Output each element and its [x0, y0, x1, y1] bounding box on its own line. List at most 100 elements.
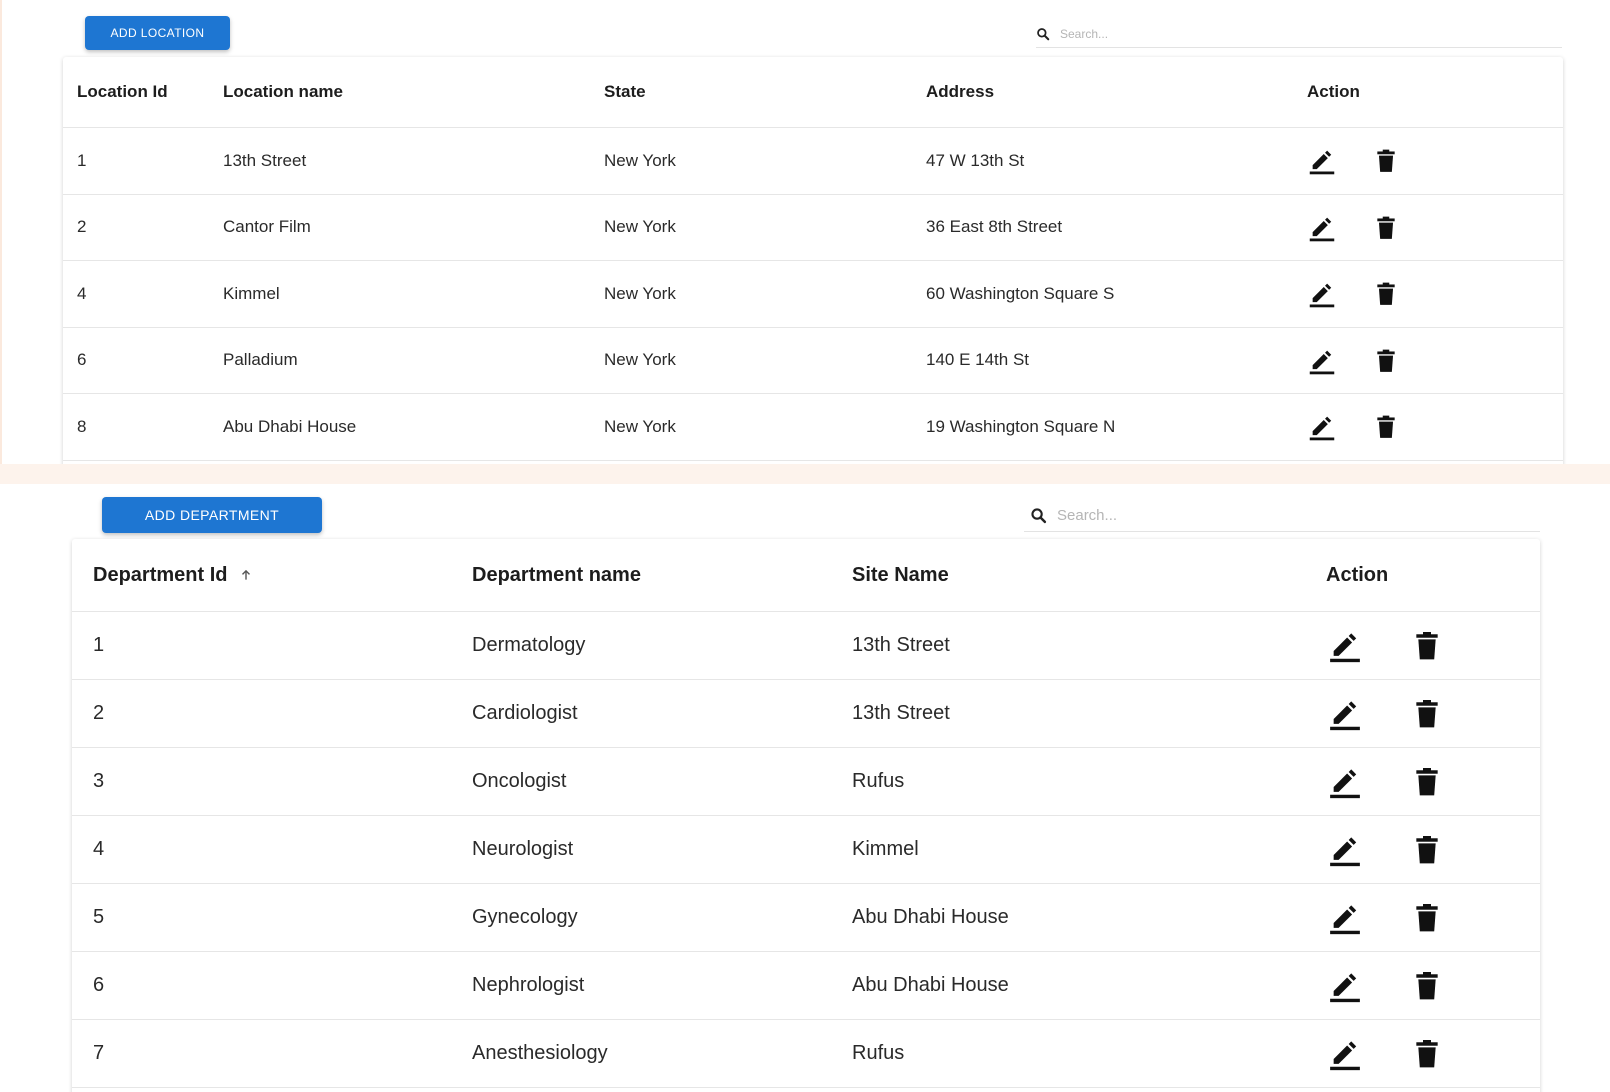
delete-icon[interactable]	[1372, 347, 1400, 375]
column-header-address[interactable]: Address	[926, 57, 994, 127]
department-id-cell: 3	[93, 770, 105, 792]
table-row: 6 Nephrologist Abu Dhabi House	[72, 952, 1540, 1020]
table-row: 1 Dermatology 13th Street	[72, 612, 1540, 680]
state-cell: New York	[604, 217, 676, 237]
column-header-department-name[interactable]: Department name	[472, 539, 641, 611]
table-row: 5 Gynecology Abu Dhabi House	[72, 884, 1540, 952]
department-name-cell: Neurologist	[472, 838, 574, 860]
address-cell: 19 Washington Square N	[926, 416, 1116, 436]
delete-icon[interactable]	[1410, 969, 1444, 1003]
edit-icon[interactable]	[1328, 833, 1362, 867]
delete-icon[interactable]	[1372, 214, 1400, 242]
locations-header-row: Location Id Location name State Address …	[63, 57, 1563, 128]
departments-header-row: Department Id Department name Site Name …	[72, 539, 1540, 612]
department-search-input[interactable]	[1057, 506, 1540, 524]
delete-icon[interactable]	[1410, 833, 1444, 867]
table-row: 8 Abu Dhabi House New York 19 Washington Sq…	[63, 394, 1563, 461]
location-name-cell: Cantor Film	[223, 217, 311, 237]
table-row: 2 Cantor Film New York 36 East 8th Street	[63, 195, 1563, 261]
department-id-cell: 5	[93, 906, 105, 928]
column-header-department-id-label: Department Id	[93, 563, 228, 586]
site-name-cell: 13th Street	[852, 702, 950, 724]
department-search	[1024, 499, 1540, 532]
column-header-state[interactable]: State	[604, 57, 646, 127]
edit-icon[interactable]	[1328, 969, 1362, 1003]
column-header-location-name[interactable]: Location name	[223, 57, 343, 127]
location-search-input[interactable]	[1060, 26, 1562, 41]
address-cell: 60 Washington Square S	[926, 283, 1115, 303]
edit-icon[interactable]	[1328, 697, 1362, 731]
address-cell: 36 East 8th Street	[926, 217, 1063, 237]
locations-panel: ADD LOCATION Location Id Location name S…	[0, 0, 1610, 477]
site-name-cell: Abu Dhabi House	[852, 906, 1009, 928]
site-name-cell: 13th Street	[852, 634, 950, 656]
column-header-location-id[interactable]: Location Id	[77, 57, 168, 127]
delete-icon[interactable]	[1410, 1037, 1444, 1071]
department-id-cell: 2	[93, 702, 105, 724]
column-header-action: Action	[1326, 563, 1389, 586]
edit-icon[interactable]	[1308, 413, 1336, 441]
department-id-cell: 7	[93, 1042, 105, 1064]
edit-icon[interactable]	[1328, 765, 1362, 799]
table-row: 3 Oncologist Rufus	[72, 748, 1540, 816]
departments-table: Department Id Department name Site Name …	[72, 539, 1540, 1092]
table-row: 4 Neurologist Kimmel	[72, 816, 1540, 884]
delete-icon[interactable]	[1372, 147, 1400, 175]
add-location-button[interactable]: ADD LOCATION	[85, 16, 230, 50]
site-name-cell: Abu Dhabi House	[852, 974, 1009, 996]
department-name-cell: Dermatology	[472, 634, 586, 656]
location-id-cell: 4	[77, 283, 87, 303]
location-name-cell: 13th Street	[223, 150, 307, 170]
department-id-cell: 1	[93, 634, 105, 656]
department-name-cell: Oncologist	[472, 770, 567, 792]
edit-icon[interactable]	[1308, 214, 1336, 242]
department-name-cell: Gynecology	[472, 906, 578, 928]
site-name-cell: Rufus	[852, 770, 905, 792]
location-name-cell: Kimmel	[223, 283, 280, 303]
site-name-cell: Kimmel	[852, 838, 919, 860]
state-cell: New York	[604, 150, 676, 170]
add-department-button[interactable]: ADD DEPARTMENT	[102, 497, 322, 533]
column-header-department-id[interactable]: Department Id	[93, 539, 253, 611]
site-name-cell: Rufus	[852, 1042, 905, 1064]
column-header-site-name[interactable]: Site Name	[852, 539, 949, 611]
arrow-up-icon[interactable]	[239, 568, 253, 582]
location-search	[1036, 20, 1562, 48]
department-id-cell: 4	[93, 838, 105, 860]
delete-icon[interactable]	[1372, 413, 1400, 441]
page-divider	[0, 464, 1610, 484]
delete-icon[interactable]	[1410, 697, 1444, 731]
search-icon	[1031, 507, 1047, 523]
edit-icon[interactable]	[1328, 901, 1362, 935]
table-row: 1 13th Street New York 47 W 13th St	[63, 128, 1563, 195]
table-row: 6 Palladium New York 140 E 14th St	[63, 328, 1563, 394]
table-row: 4 Kimmel New York 60 Washington Square S	[63, 261, 1563, 328]
department-name-cell: Cardiologist	[472, 702, 578, 724]
delete-icon[interactable]	[1410, 765, 1444, 799]
location-id-cell: 6	[77, 350, 87, 370]
location-name-cell: Palladium	[223, 350, 298, 370]
department-name-cell: Anesthesiology	[472, 1042, 608, 1064]
edit-icon[interactable]	[1308, 147, 1336, 175]
department-id-cell: 6	[93, 974, 105, 996]
delete-icon[interactable]	[1410, 901, 1444, 935]
edit-icon[interactable]	[1328, 1037, 1362, 1071]
table-row: 7 Anesthesiology Rufus	[72, 1020, 1540, 1088]
location-id-cell: 2	[77, 217, 87, 237]
department-name-cell: Nephrologist	[472, 974, 585, 996]
locations-table: Location Id Location name State Address …	[63, 57, 1563, 477]
departments-panel: ADD DEPARTMENT Department Id Department …	[0, 484, 1610, 1092]
state-cell: New York	[604, 350, 676, 370]
address-cell: 140 E 14th St	[926, 350, 1030, 370]
edit-icon[interactable]	[1328, 629, 1362, 663]
delete-icon[interactable]	[1372, 280, 1400, 308]
column-header-action: Action	[1307, 82, 1360, 101]
delete-icon[interactable]	[1410, 629, 1444, 663]
location-name-cell: Abu Dhabi House	[223, 416, 357, 436]
location-id-cell: 8	[77, 416, 87, 436]
state-cell: New York	[604, 283, 676, 303]
address-cell: 47 W 13th St	[926, 150, 1025, 170]
edit-icon[interactable]	[1308, 280, 1336, 308]
edit-icon[interactable]	[1308, 347, 1336, 375]
state-cell: New York	[604, 416, 676, 436]
